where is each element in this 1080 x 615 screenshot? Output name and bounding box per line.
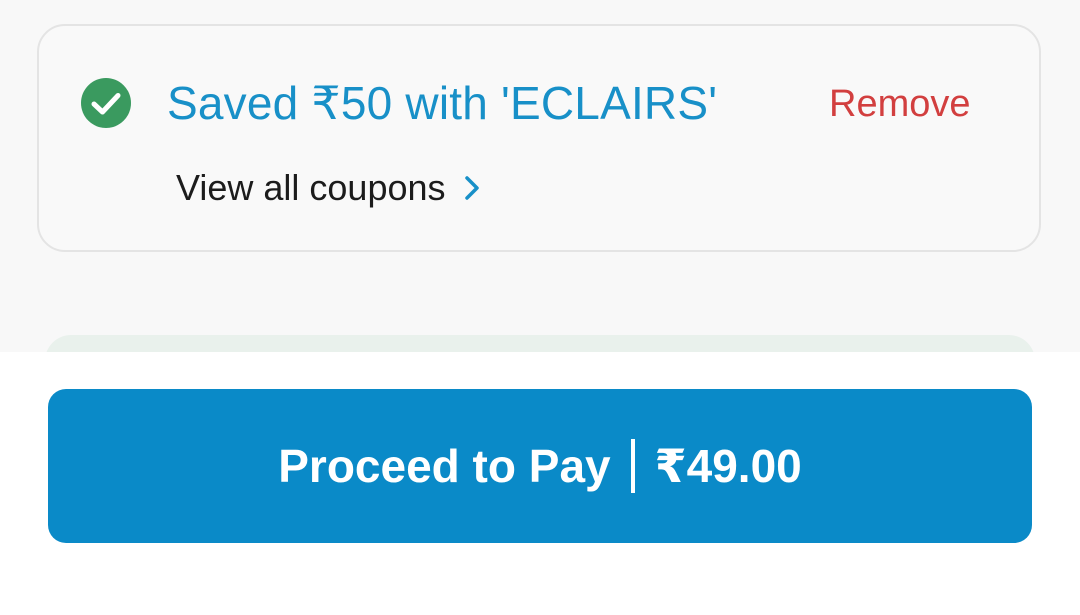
chevron-right-icon [464,176,479,200]
pay-amount: ₹49.00 [654,440,802,492]
remove-coupon-button[interactable]: Remove [829,80,971,128]
pay-button-divider [630,439,635,493]
pay-button-label: Proceed to Pay [278,440,611,492]
coupon-card: Saved ₹50 with 'ECLAIRS' Remove View all… [37,24,1041,252]
view-all-coupons-label: View all coupons [176,167,446,208]
checkout-bar: Proceed to Pay ₹49.00 [0,352,1080,615]
view-all-coupons-link[interactable]: View all coupons [176,165,480,211]
coupon-saved-text: Saved ₹50 with 'ECLAIRS' [167,77,718,129]
check-circle-icon [81,78,131,128]
proceed-to-pay-button[interactable]: Proceed to Pay ₹49.00 [48,389,1032,543]
